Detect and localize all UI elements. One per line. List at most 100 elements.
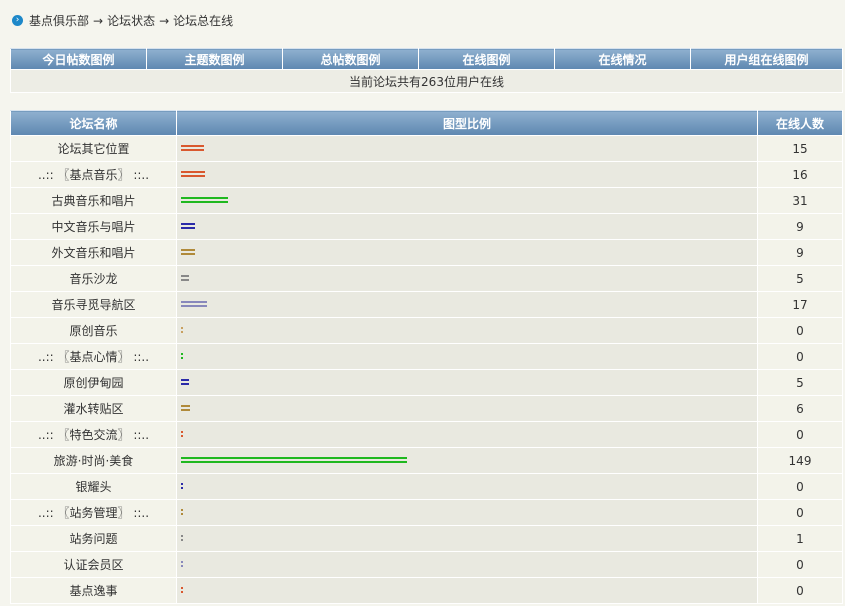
forum-name[interactable]: 旅游·时尚·美食 bbox=[10, 447, 177, 474]
legend-nav-table: 今日帖数图例 主题数图例 总帖数图例 在线图例 在线情况 用户组在线图例 当前论… bbox=[10, 48, 843, 93]
breadcrumb-item-current: 论坛总在线 bbox=[173, 14, 234, 28]
tab-topics-legend[interactable]: 主题数图例 bbox=[146, 48, 283, 70]
online-ratio-bar bbox=[181, 404, 190, 413]
forum-name[interactable]: 银耀头 bbox=[10, 473, 177, 500]
online-ratio-bar bbox=[181, 456, 407, 465]
tab-today-posts-legend[interactable]: 今日帖数图例 bbox=[10, 48, 147, 70]
online-ratio-bar bbox=[181, 560, 183, 569]
table-row: 认证会员区 0 bbox=[10, 551, 843, 578]
forum-name[interactable]: ..:: 〖基点心情〗 ::.. bbox=[10, 343, 177, 370]
table-row: 站务问题 1 bbox=[10, 525, 843, 552]
tab-online-legend[interactable]: 在线图例 bbox=[418, 48, 555, 70]
online-ratio-bar bbox=[181, 430, 183, 439]
online-ratio-bar bbox=[181, 248, 195, 257]
table-row: 中文音乐与唱片 9 bbox=[10, 213, 843, 240]
online-stats-table: 论坛名称 图型比例 在线人数 论坛其它位置 15..:: 〖基点音乐〗 ::.. 1… bbox=[10, 110, 843, 604]
bar-cell bbox=[176, 161, 758, 188]
bar-cell bbox=[176, 135, 758, 162]
bar-cell bbox=[176, 369, 758, 396]
forum-name[interactable]: 音乐寻觅导航区 bbox=[10, 291, 177, 318]
forum-name[interactable]: 认证会员区 bbox=[10, 551, 177, 578]
table-row: 音乐沙龙 5 bbox=[10, 265, 843, 292]
forum-name[interactable]: 站务问题 bbox=[10, 525, 177, 552]
arrow-circle-icon: › bbox=[12, 15, 23, 26]
online-ratio-bar bbox=[181, 378, 189, 387]
breadcrumb-item-status[interactable]: 论坛状态 bbox=[107, 14, 155, 28]
online-ratio-bar bbox=[181, 482, 183, 491]
forum-name[interactable]: 原创音乐 bbox=[10, 317, 177, 344]
online-ratio-bar bbox=[181, 352, 183, 361]
online-ratio-bar bbox=[181, 170, 205, 179]
online-count: 0 bbox=[757, 473, 843, 500]
bar-cell bbox=[176, 317, 758, 344]
table-row: 银耀头 0 bbox=[10, 473, 843, 500]
online-count: 17 bbox=[757, 291, 843, 318]
bar-cell bbox=[176, 577, 758, 604]
bar-cell bbox=[176, 421, 758, 448]
online-ratio-bar bbox=[181, 274, 189, 283]
online-count: 6 bbox=[757, 395, 843, 422]
bar-cell bbox=[176, 187, 758, 214]
bar-cell bbox=[176, 291, 758, 318]
table-row: 论坛其它位置 15 bbox=[10, 135, 843, 162]
breadcrumb-arrow: → bbox=[93, 14, 104, 28]
breadcrumb-item-home[interactable]: 基点俱乐部 bbox=[29, 14, 89, 28]
online-count: 31 bbox=[757, 187, 843, 214]
forum-name[interactable]: 灌水转贴区 bbox=[10, 395, 177, 422]
table-row: ..:: 〖站务管理〗 ::.. 0 bbox=[10, 499, 843, 526]
header-online-count: 在线人数 bbox=[757, 110, 843, 136]
forum-name[interactable]: 外文音乐和唱片 bbox=[10, 239, 177, 266]
tab-online-status[interactable]: 在线情况 bbox=[554, 48, 691, 70]
bar-cell bbox=[176, 265, 758, 292]
table-row: 旅游·时尚·美食 149 bbox=[10, 447, 843, 474]
online-count: 0 bbox=[757, 577, 843, 604]
bar-cell bbox=[176, 447, 758, 474]
header-forum-name: 论坛名称 bbox=[10, 110, 177, 136]
online-count: 16 bbox=[757, 161, 843, 188]
table-row: ..:: 〖基点心情〗 ::.. 0 bbox=[10, 343, 843, 370]
online-count: 0 bbox=[757, 421, 843, 448]
online-count: 15 bbox=[757, 135, 843, 162]
online-ratio-bar bbox=[181, 534, 183, 543]
forum-name[interactable]: 音乐沙龙 bbox=[10, 265, 177, 292]
breadcrumb: › 基点俱乐部 → 论坛状态 → 论坛总在线 bbox=[12, 12, 233, 30]
online-ratio-bar bbox=[181, 222, 195, 231]
table-row: 灌水转贴区 6 bbox=[10, 395, 843, 422]
forum-name[interactable]: 中文音乐与唱片 bbox=[10, 213, 177, 240]
online-count: 0 bbox=[757, 499, 843, 526]
online-ratio-bar bbox=[181, 586, 183, 595]
online-ratio-bar bbox=[181, 300, 207, 309]
clipped-top-bar bbox=[0, 0, 845, 6]
table-row: 原创音乐 0 bbox=[10, 317, 843, 344]
table-row: 音乐寻觅导航区 17 bbox=[10, 291, 843, 318]
bar-cell bbox=[176, 343, 758, 370]
online-ratio-bar bbox=[181, 144, 204, 153]
bar-cell bbox=[176, 499, 758, 526]
online-count: 9 bbox=[757, 239, 843, 266]
forum-name[interactable]: ..:: 〖站务管理〗 ::.. bbox=[10, 499, 177, 526]
forum-name[interactable]: 原创伊甸园 bbox=[10, 369, 177, 396]
table-row: 古典音乐和唱片 31 bbox=[10, 187, 843, 214]
online-count: 0 bbox=[757, 343, 843, 370]
online-count: 9 bbox=[757, 213, 843, 240]
online-count: 5 bbox=[757, 265, 843, 292]
online-ratio-bar bbox=[181, 508, 183, 517]
table-row: 外文音乐和唱片 9 bbox=[10, 239, 843, 266]
tab-usergroup-online-legend[interactable]: 用户组在线图例 bbox=[690, 48, 843, 70]
online-count: 5 bbox=[757, 369, 843, 396]
table-row: ..:: 〖特色交流〗 ::.. 0 bbox=[10, 421, 843, 448]
bar-cell bbox=[176, 395, 758, 422]
tab-total-posts-legend[interactable]: 总帖数图例 bbox=[282, 48, 419, 70]
forum-name[interactable]: ..:: 〖基点音乐〗 ::.. bbox=[10, 161, 177, 188]
online-summary: 当前论坛共有263位用户在线 bbox=[10, 69, 843, 93]
forum-name[interactable]: 基点逸事 bbox=[10, 577, 177, 604]
bar-cell bbox=[176, 473, 758, 500]
forum-name[interactable]: 古典音乐和唱片 bbox=[10, 187, 177, 214]
bar-cell bbox=[176, 525, 758, 552]
table-row: ..:: 〖基点音乐〗 ::.. 16 bbox=[10, 161, 843, 188]
forum-name[interactable]: ..:: 〖特色交流〗 ::.. bbox=[10, 421, 177, 448]
bar-cell bbox=[176, 551, 758, 578]
forum-name[interactable]: 论坛其它位置 bbox=[10, 135, 177, 162]
online-count: 149 bbox=[757, 447, 843, 474]
online-count: 0 bbox=[757, 551, 843, 578]
